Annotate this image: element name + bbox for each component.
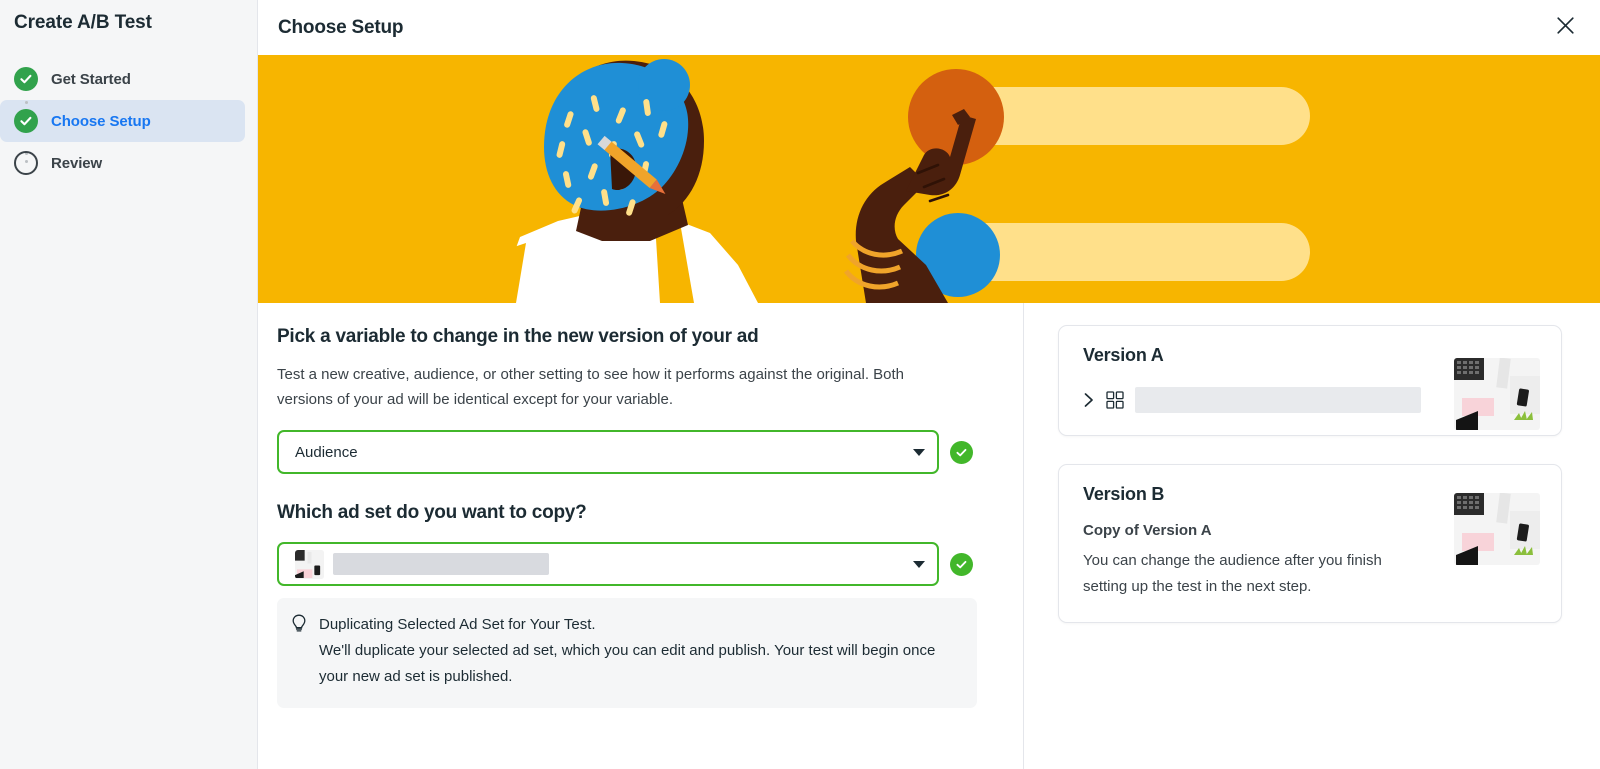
- main-panel: Choose Setup Pick a variable to change i…: [258, 0, 1600, 769]
- duplication-tip-title: Duplicating Selected Ad Set for Your Tes…: [319, 616, 596, 633]
- variable-section-description: Test a new creative, audience, or other …: [277, 366, 905, 408]
- chevron-down-icon: [913, 560, 925, 568]
- step-list: Get Started Choose Setup Review: [0, 58, 257, 184]
- sidebar-step-label: Get Started: [51, 70, 131, 88]
- sidebar-title: Create A/B Test: [14, 12, 152, 33]
- close-icon: [1556, 16, 1575, 40]
- adset-section-heading: Which ad set do you want to copy?: [277, 502, 587, 523]
- duplication-tip-text: Duplicating Selected Ad Set for Your Tes…: [319, 612, 961, 690]
- variable-select-status-icon: [950, 440, 973, 464]
- adset-select-row: [277, 542, 1003, 586]
- sidebar-step-get-started[interactable]: Get Started: [0, 58, 257, 100]
- ab-test-dialog: Create A/B Test Get Started Choose Setup: [0, 0, 1600, 769]
- duplication-tip-box: Duplicating Selected Ad Set for Your Tes…: [277, 598, 977, 708]
- variable-select-value: Audience: [295, 443, 358, 461]
- adset-select-value: [333, 553, 905, 575]
- adset-select[interactable]: [277, 542, 939, 586]
- version-b-thumbnail: [1454, 493, 1540, 565]
- chevron-down-icon: [913, 448, 925, 456]
- duplication-tip-body: We'll duplicate your selected ad set, wh…: [319, 642, 936, 685]
- sidebar: Create A/B Test Get Started Choose Setup: [0, 0, 258, 769]
- version-a-thumbnail: [1454, 358, 1540, 430]
- sidebar-step-choose-setup[interactable]: Choose Setup: [0, 100, 245, 142]
- version-b-card[interactable]: Version B Copy of Version A You can chan…: [1058, 464, 1562, 623]
- version-a-card[interactable]: Version A: [1058, 325, 1562, 436]
- hero-illustration: [258, 55, 1600, 303]
- variable-select-row: Audience: [277, 430, 1003, 474]
- variable-section-heading: Pick a variable to change in the new ver…: [277, 326, 759, 347]
- redacted-adset-name: [333, 553, 549, 575]
- ad-thumbnail-icon: [295, 549, 324, 579]
- sidebar-step-label: Choose Setup: [51, 112, 151, 130]
- close-button[interactable]: [1548, 11, 1582, 45]
- redacted-version-a-name: [1135, 387, 1421, 413]
- page-title: Choose Setup: [278, 16, 404, 38]
- empty-circle-icon: [14, 151, 38, 175]
- check-circle-icon: [14, 109, 38, 133]
- adset-select-status-icon: [950, 552, 973, 576]
- content-area: Pick a variable to change in the new ver…: [258, 303, 1600, 769]
- version-b-description: You can change the audience after you fi…: [1083, 552, 1382, 595]
- sidebar-step-review[interactable]: Review: [0, 142, 257, 184]
- sidebar-step-label: Review: [51, 154, 103, 172]
- variable-select[interactable]: Audience: [277, 430, 939, 474]
- lightbulb-icon: [291, 612, 307, 690]
- version-preview-column: Version A Version B Copy of Version A Yo…: [1024, 303, 1600, 769]
- setup-form-column: Pick a variable to change in the new ver…: [258, 303, 1024, 769]
- check-circle-icon: [14, 67, 38, 91]
- chevron-right-icon[interactable]: [1083, 392, 1095, 408]
- grid-icon: [1106, 391, 1124, 409]
- dialog-header: Choose Setup: [258, 0, 1600, 55]
- hero-illustration-art: [258, 55, 1600, 303]
